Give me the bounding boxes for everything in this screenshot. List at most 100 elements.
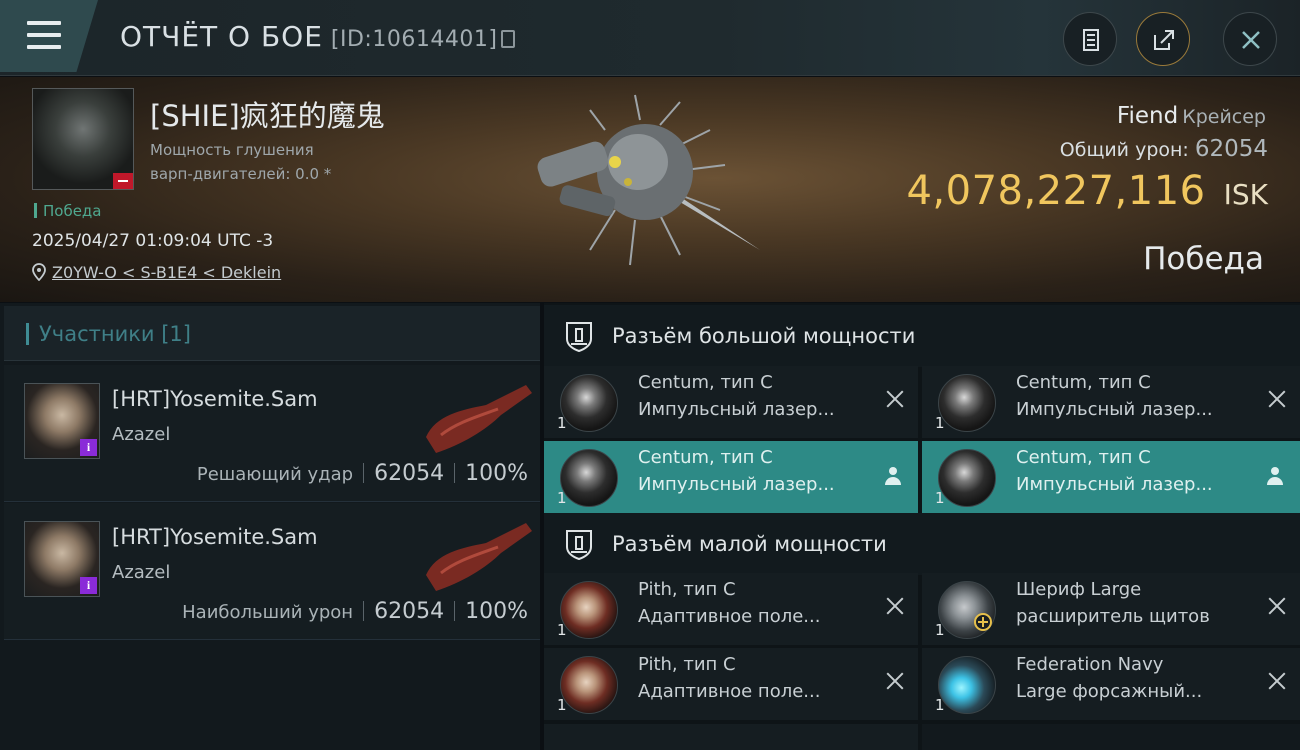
destroyed-icon xyxy=(1268,672,1286,690)
top-bar: ОТЧЁТ О БОЕ [ID:10614401] xyxy=(0,0,1300,76)
attacker-percent: 100% xyxy=(465,461,528,486)
victim-ship[interactable]: Fiend Крейсер xyxy=(1117,103,1266,129)
victim-ship-image xyxy=(537,94,760,266)
module-quantity: 1 xyxy=(557,696,567,714)
module-desc: Адаптивное поле... xyxy=(638,681,821,702)
module-item-partial[interactable] xyxy=(922,724,1300,750)
hostile-badge xyxy=(113,173,133,189)
info-icon[interactable]: i xyxy=(80,439,97,456)
laser-module-icon xyxy=(938,449,996,507)
total-damage-value: 62054 xyxy=(1194,136,1268,162)
menu-button[interactable] xyxy=(0,0,98,72)
divider xyxy=(454,463,456,483)
document-button[interactable] xyxy=(1063,12,1117,66)
module-name: Шериф Large xyxy=(1016,579,1142,600)
module-quantity: 1 xyxy=(935,489,945,507)
person-icon xyxy=(884,467,902,487)
module-item[interactable]: 1 Centum, тип C Импульсный лазер... xyxy=(922,366,1300,438)
warp-scramble-label: Мощность глушения xyxy=(150,141,314,159)
victim-avatar[interactable] xyxy=(32,88,134,190)
module-item[interactable]: 1 Pith, тип C Адаптивное поле... xyxy=(544,573,918,645)
attacker-ship: Azazel xyxy=(112,424,171,445)
close-icon xyxy=(1242,31,1260,49)
module-item[interactable]: 1 Шериф Large расширитель щитов xyxy=(922,573,1300,645)
attacker-row[interactable]: i [HRT]Yosemite.Sam Azazel Наибольший ур… xyxy=(4,503,540,640)
share-button[interactable] xyxy=(1136,12,1190,66)
laser-module-icon xyxy=(560,449,618,507)
attacker-percent: 100% xyxy=(465,599,528,624)
total-damage-label: Общий урон: xyxy=(1059,139,1189,161)
attacker-damage: 62054 xyxy=(374,599,445,624)
module-item[interactable]: 1 Pith, тип C Адаптивное поле... xyxy=(544,648,918,720)
module-name: Centum, тип C xyxy=(1016,447,1151,468)
destroyed-icon xyxy=(1268,390,1286,408)
victory-tag: Победа xyxy=(34,202,102,220)
module-desc: Импульсный лазер... xyxy=(638,474,835,495)
plus-icon xyxy=(974,613,992,631)
close-button[interactable] xyxy=(1223,12,1277,66)
module-quantity: 1 xyxy=(557,621,567,639)
document-icon xyxy=(1083,29,1099,51)
destroyed-icon xyxy=(886,390,904,408)
module-quantity: 1 xyxy=(557,414,567,432)
attacker-avatar[interactable]: i xyxy=(24,521,100,597)
attacker-ship-image xyxy=(426,385,532,453)
map-pin-icon xyxy=(32,263,46,282)
total-damage: Общий урон: 62054 xyxy=(1060,136,1268,162)
attacker-name[interactable]: [HRT]Yosemite.Sam xyxy=(112,525,318,549)
module-item[interactable]: 1 Centum, тип C Импульсный лазер... xyxy=(922,441,1300,513)
kill-location[interactable]: Z0YW-O < S-B1E4 < Deklein xyxy=(32,263,281,282)
hamburger-menu-icon-bar xyxy=(27,33,61,37)
attacker-role: Решающий удар xyxy=(196,464,354,485)
destroyed-icon xyxy=(1268,597,1286,615)
module-item-partial[interactable] xyxy=(544,724,918,750)
location-link[interactable]: Z0YW-O < S-B1E4 < Deklein xyxy=(52,263,281,282)
warp-scramble-info: Мощность глушения варп-двигателей: 0.0 * xyxy=(150,138,380,186)
module-quantity: 1 xyxy=(935,621,945,639)
warp-scramble-value: варп-двигателей: 0.0 * xyxy=(150,165,332,183)
participants-tab[interactable]: Участники [1] xyxy=(4,306,540,361)
attacker-damage: 62054 xyxy=(374,461,445,486)
attacker-ship: Azazel xyxy=(112,562,171,583)
high-slot-title: Разъём большой мощности xyxy=(612,324,916,348)
kill-result: Победа xyxy=(1143,241,1264,277)
victim-name[interactable]: [SHIE]疯狂的魔鬼 xyxy=(150,93,385,135)
module-item[interactable]: 1 Centum, тип C Импульсный лазер... xyxy=(544,441,918,513)
laser-module-icon xyxy=(560,374,618,432)
info-icon[interactable]: i xyxy=(80,577,97,594)
module-desc: Адаптивное поле... xyxy=(638,606,821,627)
mid-slot-title: Разъём малой мощности xyxy=(612,532,887,556)
shield-extender-icon xyxy=(938,581,996,639)
module-quantity: 1 xyxy=(935,696,945,714)
ship-class: Крейсер xyxy=(1182,106,1266,128)
high-slot-header: Разъём большой мощности xyxy=(544,305,1300,367)
module-desc: расширитель щитов xyxy=(1016,606,1210,627)
module-desc: Импульсный лазер... xyxy=(1016,399,1213,420)
ship-name: Fiend xyxy=(1116,103,1179,129)
isk-amount: 4,078,227,116 xyxy=(906,168,1206,214)
laser-module-icon xyxy=(938,374,996,432)
module-item[interactable]: 1 Federation Navy Large форсажный... xyxy=(922,648,1300,720)
person-icon xyxy=(1266,467,1284,487)
destroyed-icon xyxy=(886,672,904,690)
module-name: Federation Navy xyxy=(1016,654,1164,675)
attacker-avatar[interactable]: i xyxy=(24,383,100,459)
attacker-row[interactable]: i [HRT]Yosemite.Sam Azazel Решающий удар… xyxy=(4,365,540,502)
copy-icon[interactable] xyxy=(501,30,516,48)
attacker-name[interactable]: [HRT]Yosemite.Sam xyxy=(112,387,318,411)
module-item[interactable]: 1 Centum, тип C Импульсный лазер... xyxy=(544,366,918,438)
module-name: Centum, тип C xyxy=(1016,372,1151,393)
shield-hardener-icon xyxy=(560,581,618,639)
module-name: Centum, тип C xyxy=(638,447,773,468)
report-id: [ID:10614401] xyxy=(330,27,498,52)
shield-hardener-icon xyxy=(560,656,618,714)
hamburger-menu-icon-bar xyxy=(27,45,61,49)
module-name: Pith, тип C xyxy=(638,579,736,600)
module-name: Pith, тип C xyxy=(638,654,736,675)
participants-header: Участники [1] xyxy=(26,322,191,346)
divider xyxy=(363,601,365,621)
divider xyxy=(454,601,456,621)
module-quantity: 1 xyxy=(557,489,567,507)
isk-unit: ISK xyxy=(1223,178,1268,211)
afterburner-icon xyxy=(938,656,996,714)
